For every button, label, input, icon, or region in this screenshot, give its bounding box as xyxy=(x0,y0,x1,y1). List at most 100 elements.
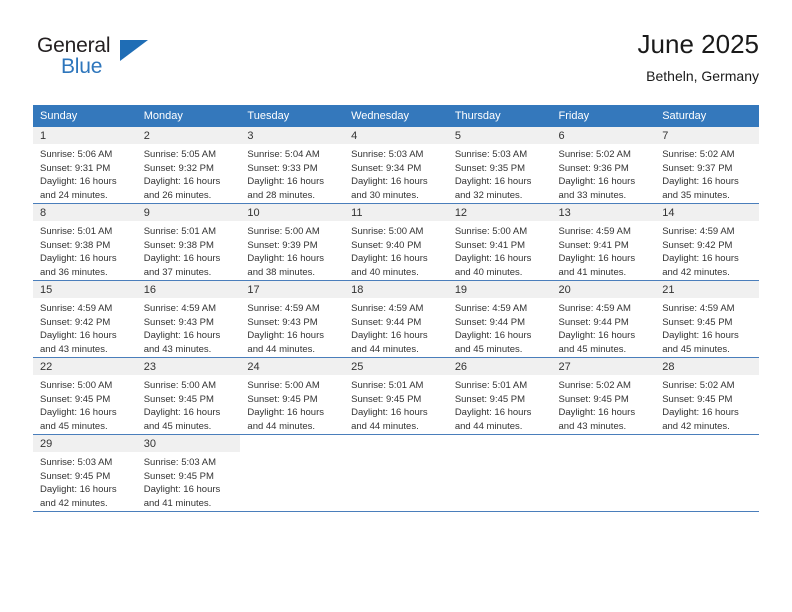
daylight-text-line2: and 45 minutes. xyxy=(558,343,627,355)
sunset-text: Sunset: 9:45 PM xyxy=(143,393,214,405)
daylight-text-line2: and 40 minutes. xyxy=(351,266,419,278)
calendar-day-cell[interactable]: 1 Sunrise: 5:06 AM Sunset: 9:31 PM Daylight… xyxy=(33,127,137,204)
calendar-day-cell[interactable]: 18 Sunrise: 4:59 AM Sunset: 9:44 PM Dayligh… xyxy=(344,280,448,358)
calendar-day-cell[interactable]: 2 Sunrise: 5:05 AM Sunset: 9:32 PM Daylight… xyxy=(136,127,241,204)
sunset-text: Sunset: 9:41 PM xyxy=(558,239,629,251)
calendar-grid: Sunday Monday Tuesday Wednesday Thursday… xyxy=(33,105,759,511)
calendar-day-cell[interactable]: 4 Sunrise: 5:03 AM Sunset: 9:34 PM Daylight… xyxy=(344,127,448,204)
day-cell-inner: 7 Sunrise: 5:02 AM Sunset: 9:37 PM Daylight… xyxy=(655,127,759,203)
calendar-day-cell[interactable]: 26 Sunrise: 5:01 AM Sunset: 9:45 PM Dayligh… xyxy=(447,357,552,435)
calendar-day-cell[interactable]: 5 Sunrise: 5:03 AM Sunset: 9:35 PM Daylight… xyxy=(447,127,552,204)
day-number: 1 xyxy=(33,127,137,144)
day-cell-inner: 21 Sunrise: 4:59 AM Sunset: 9:45 PM Dayligh… xyxy=(655,281,759,357)
daylight-text-line1: Daylight: 16 hours xyxy=(558,330,636,341)
day-cell-details: Sunrise: 5:04 AM Sunset: 9:33 PM Daylight:… xyxy=(240,144,344,202)
sunset-text: Sunset: 9:38 PM xyxy=(143,239,214,251)
calendar-day-cell[interactable]: 29 Sunrise: 5:03 AM Sunset: 9:45 PM Dayligh… xyxy=(33,434,137,511)
calendar-day-cell[interactable]: 20 Sunrise: 4:59 AM Sunset: 9:44 PM Dayligh… xyxy=(551,280,656,358)
calendar-day-cell[interactable]: 6 Sunrise: 5:02 AM Sunset: 9:36 PM Daylight… xyxy=(551,127,656,204)
page-title: June 2025 xyxy=(637,29,759,59)
day-cell-inner xyxy=(655,435,759,511)
sunrise-text: Sunrise: 4:59 AM xyxy=(662,226,735,237)
calendar-day-cell[interactable]: 14 Sunrise: 4:59 AM Sunset: 9:42 PM Dayligh… xyxy=(655,203,759,281)
calendar-day-cell[interactable]: 25 Sunrise: 5:01 AM Sunset: 9:45 PM Dayligh… xyxy=(344,357,448,435)
daylight-text-line2: and 28 minutes. xyxy=(247,189,316,201)
daylight-text-line2: and 44 minutes. xyxy=(247,420,316,432)
general-blue-logo[interactable]: General Blue xyxy=(37,34,217,92)
calendar-day-cell[interactable]: 10 Sunrise: 5:00 AM Sunset: 9:39 PM Dayligh… xyxy=(240,203,345,281)
daylight-text-line2: and 42 minutes. xyxy=(662,420,730,432)
sunrise-text: Sunrise: 4:59 AM xyxy=(40,303,113,314)
day-cell-details: Sunrise: 5:00 AM Sunset: 9:45 PM Daylight:… xyxy=(240,375,344,433)
day-cell-details: Sunrise: 5:06 AM Sunset: 9:31 PM Daylight:… xyxy=(33,144,137,202)
calendar-day-cell[interactable]: 28 Sunrise: 5:02 AM Sunset: 9:45 PM Dayligh… xyxy=(655,357,759,435)
calendar-day-cell[interactable]: 19 Sunrise: 4:59 AM Sunset: 9:44 PM Dayligh… xyxy=(447,280,552,358)
location-subtitle: Betheln, Germany xyxy=(646,68,759,84)
calendar-day-cell[interactable]: 3 Sunrise: 5:04 AM Sunset: 9:33 PM Daylight… xyxy=(240,127,345,204)
sunset-text: Sunset: 9:43 PM xyxy=(247,316,318,328)
day-cell-details: Sunrise: 5:05 AM Sunset: 9:32 PM Daylight:… xyxy=(137,144,241,202)
day-cell-inner: 1 Sunrise: 5:06 AM Sunset: 9:31 PM Daylight… xyxy=(33,127,137,203)
sunrise-text: Sunrise: 4:59 AM xyxy=(143,303,217,314)
sunset-text: Sunset: 9:45 PM xyxy=(247,393,318,405)
daylight-text-line2: and 44 minutes. xyxy=(454,420,523,432)
calendar-day-cell[interactable]: 27 Sunrise: 5:02 AM Sunset: 9:45 PM Dayligh… xyxy=(551,357,656,435)
calendar-day-cell[interactable]: 13 Sunrise: 4:59 AM Sunset: 9:41 PM Dayligh… xyxy=(551,203,656,281)
daylight-text-line1: Daylight: 16 hours xyxy=(143,176,221,187)
day-number: 9 xyxy=(136,204,241,221)
day-cell-details: Sunrise: 5:02 AM Sunset: 9:37 PM Daylight:… xyxy=(655,144,759,202)
day-number xyxy=(448,435,552,452)
daylight-text-line1: Daylight: 16 hours xyxy=(247,407,324,418)
calendar-day-cell[interactable]: 11 Sunrise: 5:00 AM Sunset: 9:40 PM Dayligh… xyxy=(344,203,448,281)
day-cell-inner: 30 Sunrise: 5:03 AM Sunset: 9:45 PM Dayligh… xyxy=(136,435,241,511)
calendar-day-cell[interactable]: 17 Sunrise: 4:59 AM Sunset: 9:43 PM Dayligh… xyxy=(240,280,345,358)
day-cell-details: Sunrise: 5:01 AM Sunset: 9:45 PM Daylight:… xyxy=(448,375,552,433)
sunset-text: Sunset: 9:37 PM xyxy=(662,162,733,174)
sunset-text: Sunset: 9:45 PM xyxy=(454,393,526,405)
calendar-day-cell[interactable]: 22 Sunrise: 5:00 AM Sunset: 9:45 PM Dayligh… xyxy=(33,357,137,435)
sunset-text: Sunset: 9:42 PM xyxy=(40,316,111,328)
day-number: 26 xyxy=(447,358,552,375)
calendar-day-cell[interactable]: 30 Sunrise: 5:03 AM Sunset: 9:45 PM Dayligh… xyxy=(136,434,241,511)
day-cell-details: Sunrise: 5:01 AM Sunset: 9:45 PM Daylight:… xyxy=(344,375,448,433)
day-cell-inner: 23 Sunrise: 5:00 AM Sunset: 9:45 PM Dayligh… xyxy=(136,358,241,434)
day-cell-inner xyxy=(344,435,448,511)
sunrise-text: Sunrise: 5:00 AM xyxy=(351,226,424,237)
day-number: 7 xyxy=(655,127,759,144)
sunrise-text: Sunrise: 5:03 AM xyxy=(40,457,113,468)
calendar-day-cell[interactable]: 12 Sunrise: 5:00 AM Sunset: 9:41 PM Dayligh… xyxy=(447,203,552,281)
day-cell-inner: 28 Sunrise: 5:02 AM Sunset: 9:45 PM Dayligh… xyxy=(655,358,759,434)
calendar-day-cell[interactable]: 7 Sunrise: 5:02 AM Sunset: 9:37 PM Daylight… xyxy=(655,127,759,204)
calendar-day-cell[interactable]: 9 Sunrise: 5:01 AM Sunset: 9:38 PM Daylight… xyxy=(136,203,241,281)
sunset-text: Sunset: 9:45 PM xyxy=(143,470,214,482)
day-cell-details: Sunrise: 5:03 AM Sunset: 9:45 PM Daylight:… xyxy=(137,452,241,510)
daylight-text-line1: Daylight: 16 hours xyxy=(662,176,739,187)
calendar-day-cell[interactable]: 23 Sunrise: 5:00 AM Sunset: 9:45 PM Dayligh… xyxy=(136,357,241,435)
calendar-day-cell-empty xyxy=(344,434,448,511)
day-cell-inner: 12 Sunrise: 5:00 AM Sunset: 9:41 PM Dayligh… xyxy=(447,204,552,280)
calendar-day-cell[interactable]: 16 Sunrise: 4:59 AM Sunset: 9:43 PM Dayligh… xyxy=(136,280,241,358)
day-number: 19 xyxy=(447,281,552,298)
daylight-text-line1: Daylight: 16 hours xyxy=(351,176,428,187)
logo-text-blue: Blue xyxy=(61,55,103,78)
sunrise-text: Sunrise: 4:59 AM xyxy=(662,303,735,314)
daylight-text-line1: Daylight: 16 hours xyxy=(558,176,636,187)
calendar-day-cell[interactable]: 8 Sunrise: 5:01 AM Sunset: 9:38 PM Daylight… xyxy=(33,203,137,281)
daylight-text-line2: and 43 minutes. xyxy=(558,420,627,432)
calendar-page: General Blue June 2025 Betheln, Germany … xyxy=(0,0,792,612)
calendar-day-cell[interactable]: 21 Sunrise: 4:59 AM Sunset: 9:45 PM Dayligh… xyxy=(655,280,759,358)
day-cell-details: Sunrise: 5:02 AM Sunset: 9:36 PM Daylight:… xyxy=(552,144,656,202)
sunset-text: Sunset: 9:44 PM xyxy=(558,316,629,328)
daylight-text-line2: and 38 minutes. xyxy=(247,266,316,278)
daylight-text-line2: and 36 minutes. xyxy=(40,266,108,278)
daylight-text-line1: Daylight: 16 hours xyxy=(558,253,636,264)
sunset-text: Sunset: 9:32 PM xyxy=(143,162,214,174)
daylight-text-line1: Daylight: 16 hours xyxy=(143,330,221,341)
day-cell-inner: 8 Sunrise: 5:01 AM Sunset: 9:38 PM Daylight… xyxy=(33,204,137,280)
sunrise-text: Sunrise: 5:04 AM xyxy=(247,149,320,160)
calendar-day-cell[interactable]: 24 Sunrise: 5:00 AM Sunset: 9:45 PM Dayligh… xyxy=(240,357,345,435)
sunrise-text: Sunrise: 5:06 AM xyxy=(40,149,113,160)
day-cell-details xyxy=(655,452,759,456)
calendar-day-cell[interactable]: 15 Sunrise: 4:59 AM Sunset: 9:42 PM Dayligh… xyxy=(33,280,137,358)
sunrise-text: Sunrise: 5:00 AM xyxy=(247,226,320,237)
